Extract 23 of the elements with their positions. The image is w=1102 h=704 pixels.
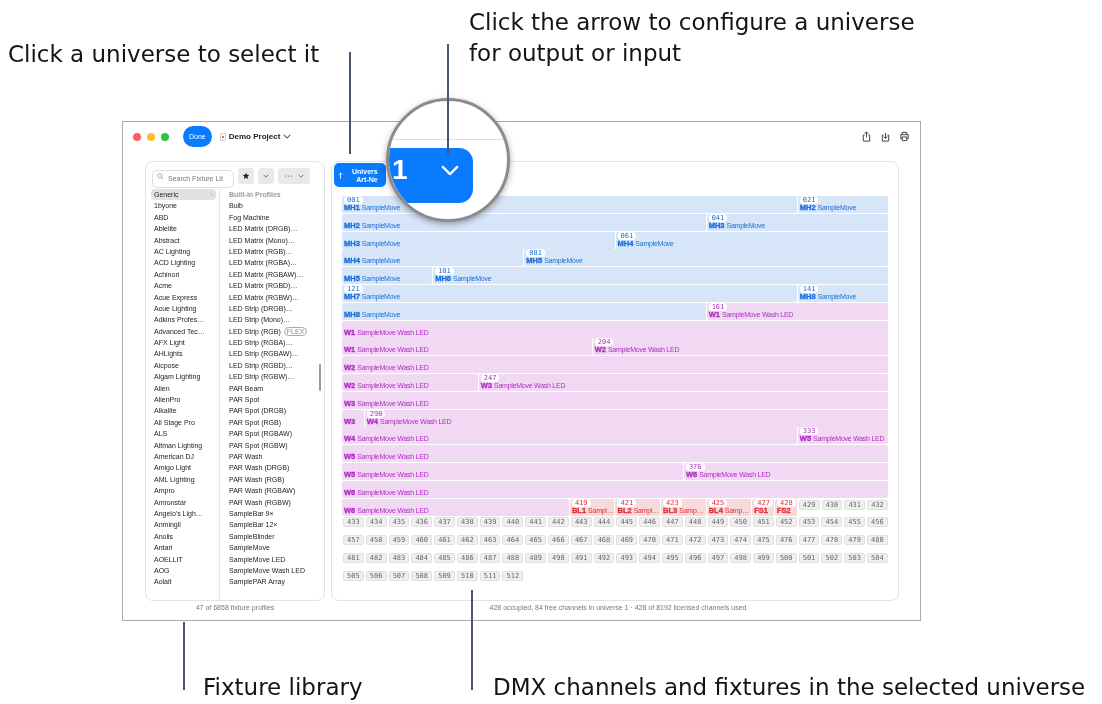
leader-line <box>183 622 185 690</box>
printer-icon[interactable] <box>899 131 910 142</box>
search-icon <box>157 172 164 180</box>
zoom-button[interactable] <box>161 132 169 141</box>
magnified-tab[interactable]: 1 <box>389 148 473 203</box>
star-icon <box>242 172 250 180</box>
chevron-right-icon <box>210 192 213 198</box>
universe-number: 1 <box>392 155 408 185</box>
chevron-down-icon[interactable] <box>283 134 292 139</box>
chevron-down-icon <box>263 174 269 178</box>
arrow-up-icon <box>338 171 343 179</box>
callout-text: Fixture library <box>203 673 363 702</box>
chevron-down-icon <box>297 174 304 178</box>
share-icon[interactable] <box>861 131 872 142</box>
callout-text: DMX channels and fixtures in the selected universe <box>493 673 1086 702</box>
scrollbar[interactable] <box>319 364 321 391</box>
document-icon <box>219 132 226 141</box>
project-title[interactable]: Demo Project <box>228 132 281 141</box>
favorites-button[interactable] <box>238 168 254 184</box>
callout-text: Click the arrow to configure a universe for output or input <box>469 8 916 68</box>
download-icon[interactable] <box>880 131 891 142</box>
callout-text: Click a universe to select it <box>8 40 320 69</box>
close-button[interactable] <box>133 132 141 141</box>
